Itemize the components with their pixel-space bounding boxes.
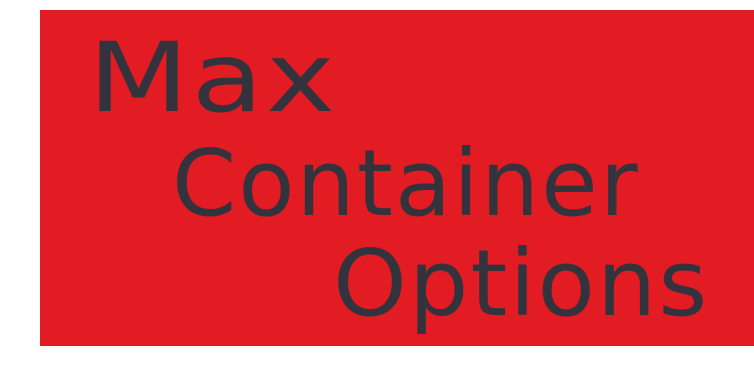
graphic-canvas: Max Container Options <box>0 0 754 376</box>
red-title-panel: Max Container Options <box>40 10 754 346</box>
headline-line-container: Container <box>172 130 640 237</box>
headline-line-max: Max <box>88 22 338 134</box>
headline-line-options: Options <box>333 230 710 337</box>
